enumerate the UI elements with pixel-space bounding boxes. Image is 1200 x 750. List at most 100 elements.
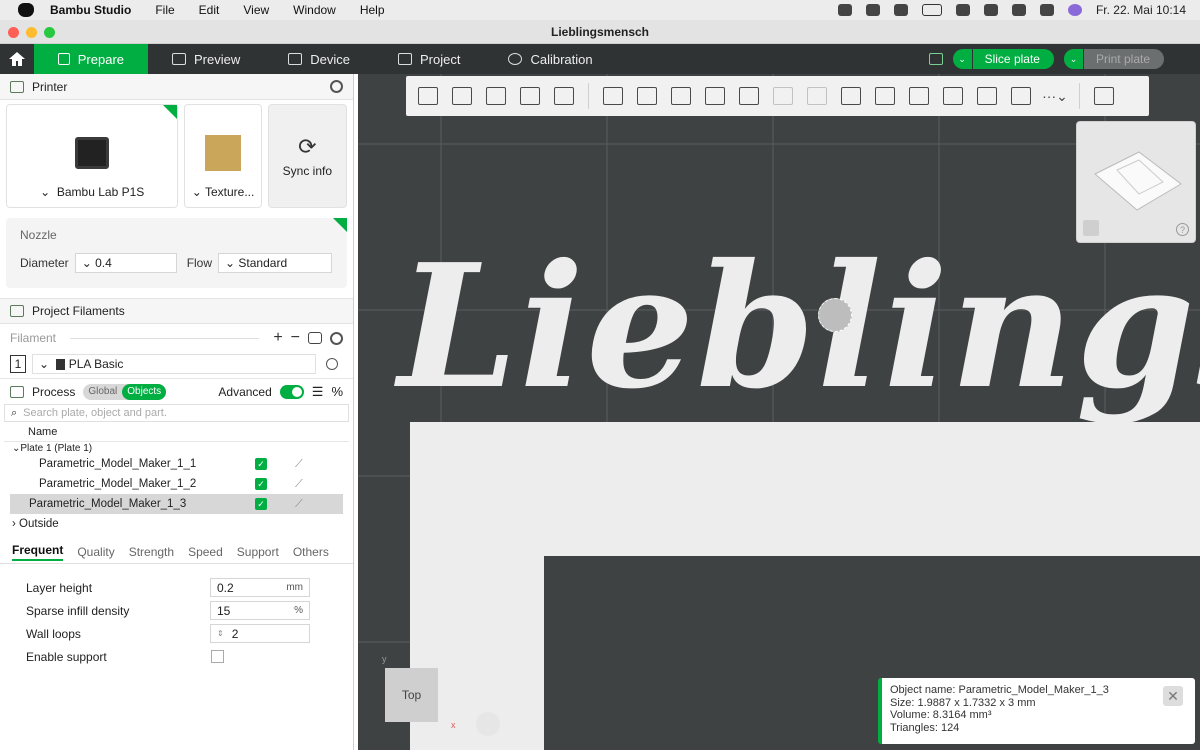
zoom-window-button[interactable]	[44, 27, 55, 38]
auto-orient-tool[interactable]	[480, 80, 512, 112]
paint-icon[interactable]: ⟋	[295, 458, 303, 471]
plate-card[interactable]: ⌄ Texture...	[184, 104, 262, 208]
walls-stepper[interactable]: ⇕ 2	[210, 624, 310, 643]
variable-layer-tool[interactable]	[1005, 80, 1037, 112]
printable-check[interactable]: ✓	[255, 478, 267, 490]
sync-info-button[interactable]: ⟳ Sync info	[267, 104, 347, 208]
filament-settings-icon[interactable]	[330, 331, 343, 345]
tree-outside[interactable]: › Outside	[0, 514, 353, 534]
object-search[interactable]: ⌕ Search plate, object and part.	[4, 404, 349, 422]
scope-global[interactable]: Global	[83, 386, 122, 397]
more-tools-icon[interactable]: ···⌄	[1039, 80, 1071, 112]
filament-select[interactable]: ⌄ PLA Basic	[32, 354, 316, 374]
dropbox-icon[interactable]	[865, 4, 880, 16]
slice-dropdown-icon[interactable]: ⌄	[953, 49, 973, 69]
sync-filament-icon[interactable]	[308, 332, 322, 344]
siri-icon[interactable]	[1067, 4, 1082, 16]
scale-tool[interactable]	[665, 80, 697, 112]
close-icon[interactable]: ✕	[1163, 686, 1183, 706]
tab-preview[interactable]: Preview	[148, 44, 264, 74]
model-lettering[interactable]: Lieblingsm	[398, 242, 1200, 412]
tab-quality[interactable]: Quality	[77, 545, 114, 559]
3d-viewport[interactable]: Lieblingsm ···⌄ ? Top y x	[358, 74, 1200, 750]
plate-preview[interactable]: ?	[1076, 121, 1196, 243]
menu-app[interactable]: Bambu Studio	[50, 3, 131, 17]
rotate-tool[interactable]	[631, 80, 663, 112]
boolean-tool[interactable]	[767, 80, 799, 112]
fit-view-icon[interactable]	[476, 712, 500, 736]
minimize-window-button[interactable]	[26, 27, 37, 38]
filament-slot[interactable]: 1	[10, 355, 26, 373]
wifi-icon[interactable]	[955, 4, 970, 16]
filament-more-icon[interactable]	[326, 358, 338, 370]
assembly-tool[interactable]	[971, 80, 1003, 112]
print-plate-button[interactable]: ⌄ Print plate	[1063, 49, 1164, 69]
menu-view[interactable]: View	[243, 3, 269, 17]
add-filament-icon[interactable]: +	[273, 329, 282, 347]
list-icon[interactable]: ☰	[312, 384, 324, 400]
help-icon[interactable]: ?	[1176, 223, 1189, 236]
menu-window[interactable]: Window	[293, 3, 336, 17]
app-tray-icon[interactable]	[893, 4, 908, 16]
creative-cloud-icon[interactable]	[837, 4, 852, 16]
close-window-button[interactable]	[8, 27, 19, 38]
control-center-icon[interactable]	[1039, 4, 1054, 16]
menu-edit[interactable]: Edit	[199, 3, 220, 17]
selected-object[interactable]	[818, 298, 852, 332]
menu-file[interactable]: File	[155, 3, 174, 17]
seam-paint-tool[interactable]	[903, 80, 935, 112]
view-3d-icon[interactable]	[1083, 220, 1099, 236]
printable-check[interactable]: ✓	[255, 458, 267, 470]
measure-tool[interactable]	[937, 80, 969, 112]
printer-card[interactable]: ⌄ Bambu Lab P1S	[6, 104, 179, 208]
tab-project[interactable]: Project	[374, 44, 484, 74]
diameter-select[interactable]: ⌄ 0.4	[74, 253, 177, 273]
tab-prepare[interactable]: Prepare	[34, 44, 148, 74]
tab-others[interactable]: Others	[293, 545, 329, 559]
add-object-tool[interactable]	[412, 80, 444, 112]
support-checkbox[interactable]	[211, 650, 224, 663]
layer-height-input[interactable]: 0.2 mm	[210, 578, 310, 597]
paint-icon[interactable]: ⟋	[295, 478, 303, 491]
percent-icon[interactable]: %	[331, 384, 343, 399]
battery-icon[interactable]	[921, 4, 942, 16]
lay-on-face-tool[interactable]	[699, 80, 731, 112]
paint-icon[interactable]: ⟋	[295, 498, 303, 511]
time-machine-icon[interactable]	[983, 4, 998, 16]
tab-frequent[interactable]: Frequent	[12, 543, 64, 561]
tab-speed[interactable]: Speed	[188, 545, 223, 559]
print-dropdown-icon[interactable]: ⌄	[1063, 49, 1084, 69]
text-tool[interactable]	[869, 80, 901, 112]
remove-filament-icon[interactable]: −	[291, 329, 300, 347]
scope-objects[interactable]: Objects	[122, 383, 167, 400]
view-cube[interactable]: Top	[385, 668, 438, 722]
tree-object[interactable]: Parametric_Model_Maker_1_2 ✓ ⟋	[10, 474, 343, 494]
slice-plate-button[interactable]: ⌄ Slice plate	[952, 49, 1054, 69]
flow-select[interactable]: ⌄ Standard	[218, 253, 333, 273]
support-paint-tool[interactable]	[801, 80, 833, 112]
menu-help[interactable]: Help	[360, 3, 385, 17]
process-scope-switch[interactable]: Global Objects	[83, 383, 167, 400]
layout-icon[interactable]	[928, 53, 943, 65]
clock[interactable]: Fr. 22. Mai 10:14	[1096, 3, 1186, 17]
tab-strength[interactable]: Strength	[129, 545, 174, 559]
add-plate-tool[interactable]	[446, 80, 478, 112]
tab-support[interactable]: Support	[237, 545, 279, 559]
infill-input[interactable]: 15%	[210, 601, 310, 620]
tree-object-selected[interactable]: Parametric_Model_Maker_1_3 ✓ ⟋	[10, 494, 343, 514]
tree-object[interactable]: Parametric_Model_Maker_1_1 ✓ ⟋	[10, 454, 343, 474]
tab-calibration[interactable]: Calibration	[484, 44, 616, 74]
printable-check[interactable]: ✓	[255, 498, 267, 510]
tree-plate[interactable]: ⌄ Plate 1 (Plate 1)	[0, 442, 353, 454]
move-tool[interactable]	[597, 80, 629, 112]
apple-icon[interactable]	[18, 3, 34, 17]
arrange-tool[interactable]	[514, 80, 546, 112]
advanced-toggle[interactable]	[279, 384, 304, 399]
split-layers-tool[interactable]	[548, 80, 580, 112]
cut-tool[interactable]	[733, 80, 765, 112]
printer-settings-icon[interactable]	[330, 80, 343, 93]
search-icon[interactable]	[1011, 4, 1026, 16]
return-tool[interactable]	[1088, 80, 1120, 112]
tab-device[interactable]: Device	[264, 44, 374, 74]
home-button[interactable]	[0, 44, 34, 74]
